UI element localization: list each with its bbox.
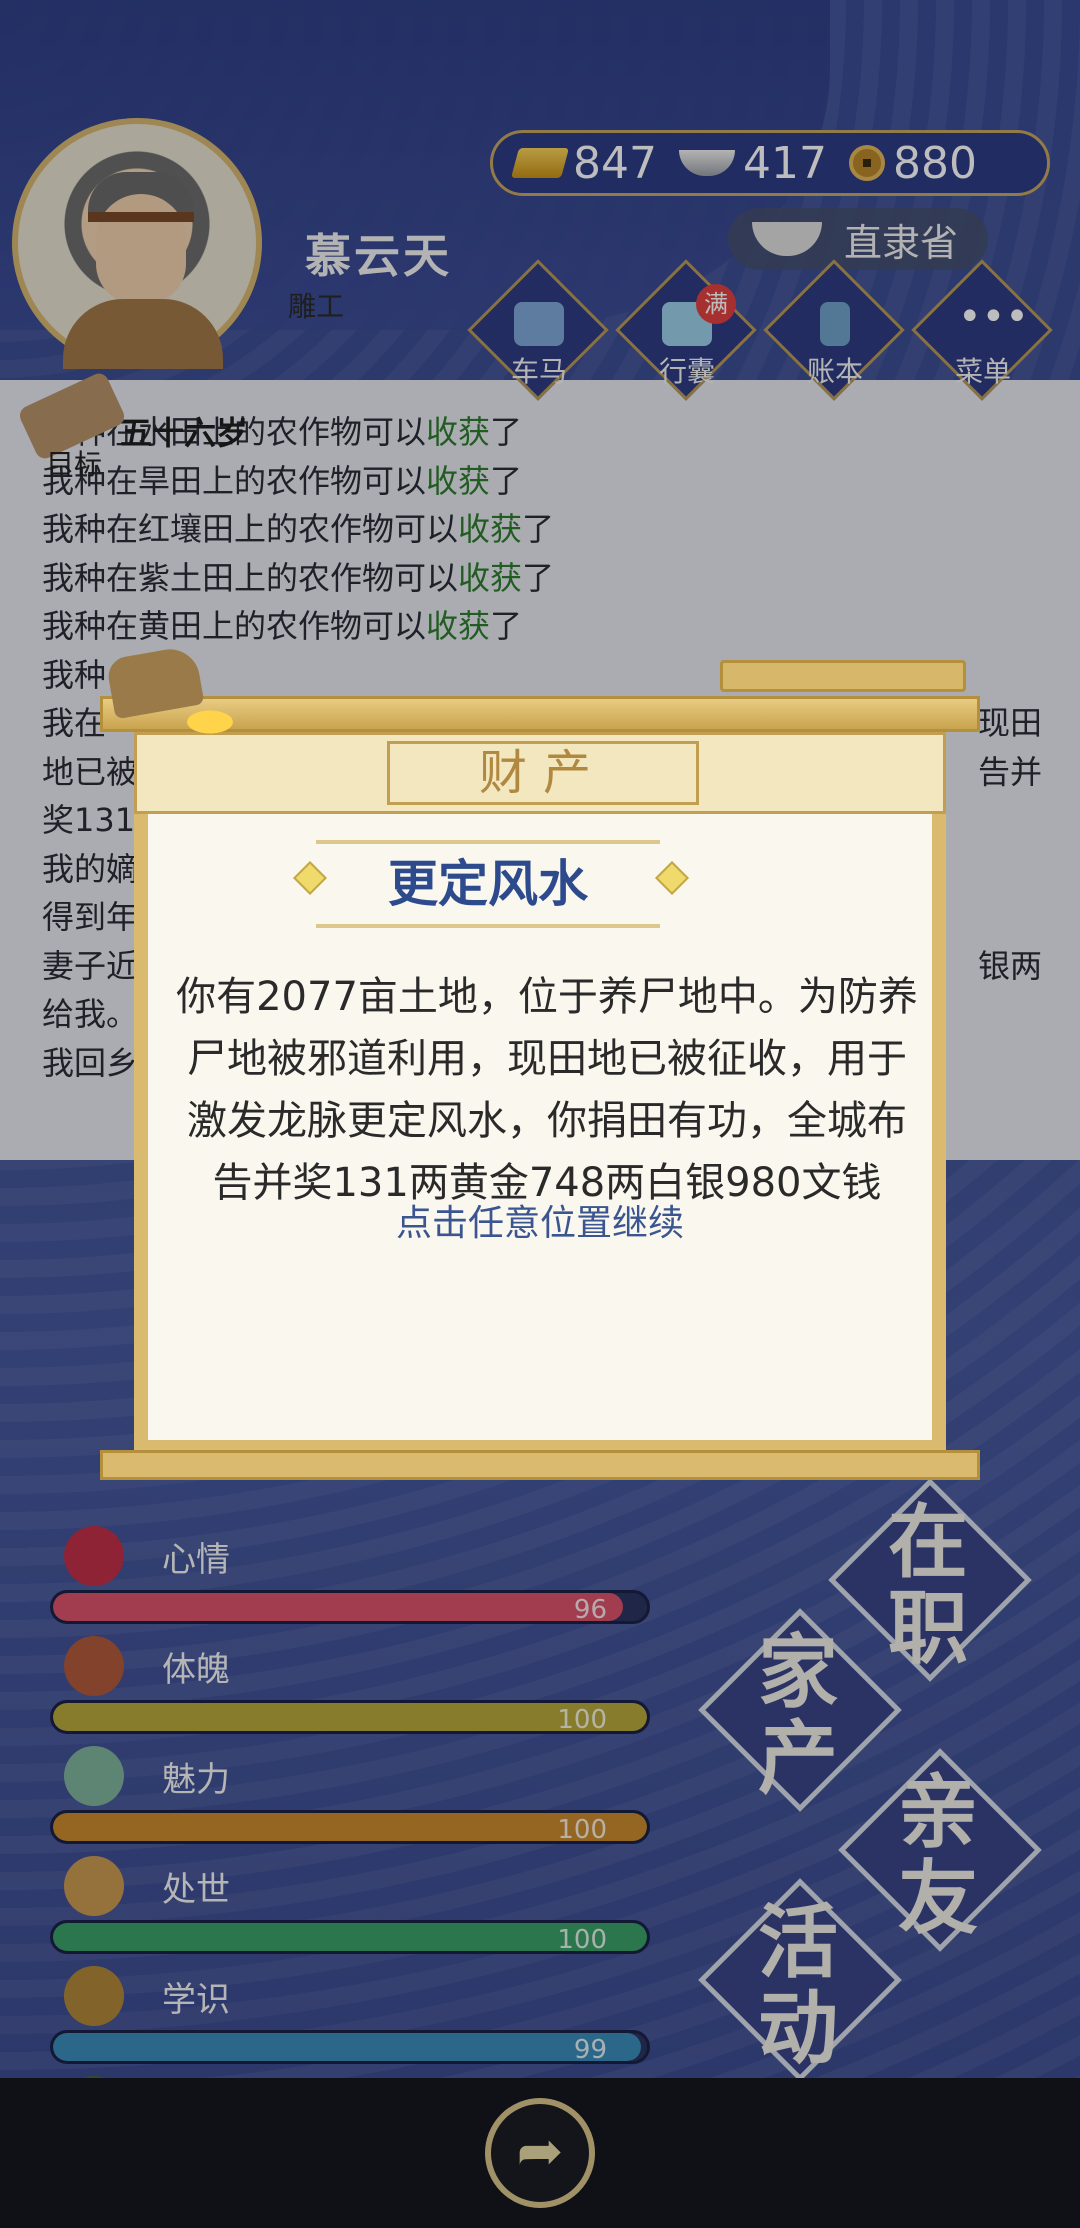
dialog-base [100, 1450, 980, 1480]
dialog-title: 更定风水 [316, 840, 660, 928]
wheat-ear [170, 702, 250, 742]
gem-right-icon [655, 861, 689, 895]
wheat-bundle-icon [80, 642, 260, 762]
dialog-body: 更定风水 你有2077亩土地，位于养尸地中。为防养尸地被邪道利用，现田地已被征收… [134, 814, 946, 1454]
continue-hint[interactable]: 点击任意位置继续 [148, 1194, 932, 1246]
property-dialog[interactable]: 财产 更定风水 你有2077亩土地，位于养尸地中。为防养尸地被邪道利用，现田地已… [100, 644, 980, 1480]
dialog-roof-ornament [720, 660, 966, 692]
dialog-header: 财产 [387, 741, 699, 805]
dialog-message: 你有2077亩土地，位于养尸地中。为防养尸地被邪道利用，现田地已被征收，用于激发… [176, 974, 918, 1206]
